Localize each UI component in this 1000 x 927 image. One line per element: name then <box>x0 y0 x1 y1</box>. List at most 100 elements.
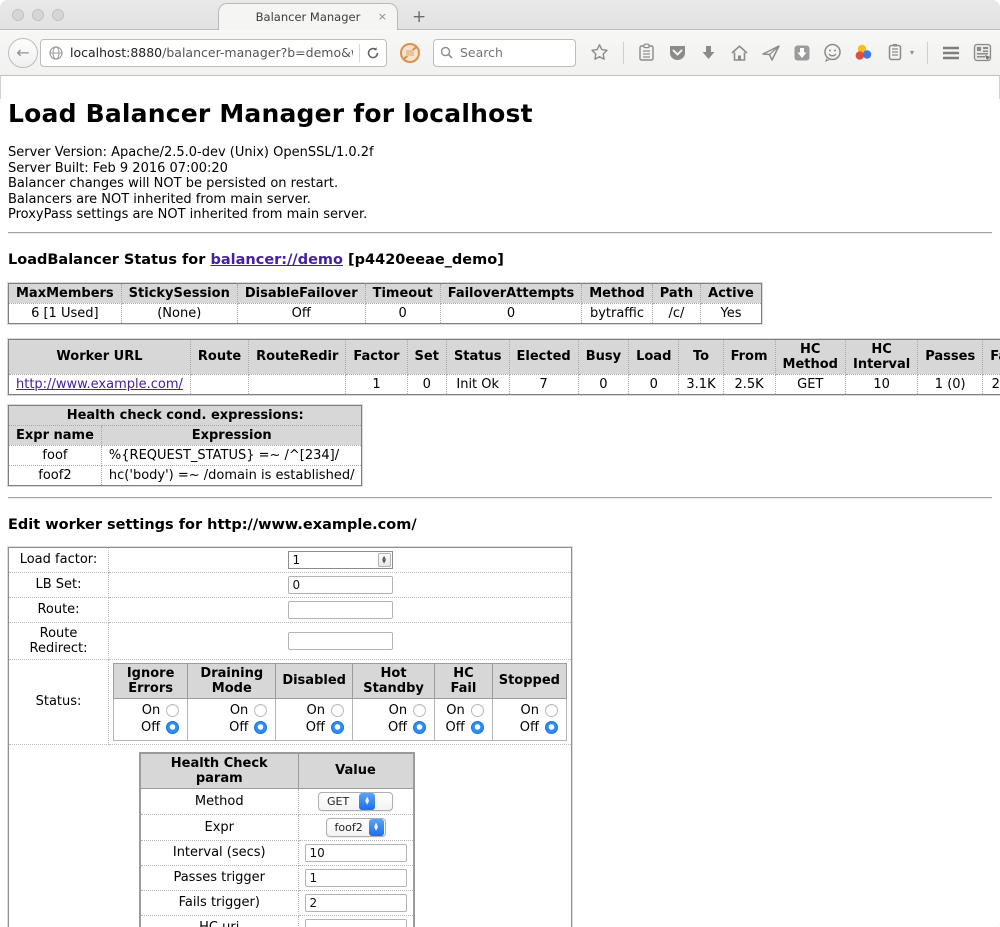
col-hot-standby: Hot Standby <box>352 663 434 698</box>
hc-expr-title: Health check cond. expressions: <box>9 405 362 425</box>
col-method: Method <box>582 283 652 303</box>
ignore-errors-on-radio[interactable] <box>166 704 179 717</box>
hc-expr-row: foof2 hc('body') =~ /domain is establish… <box>9 465 362 485</box>
col-value: Value <box>298 753 414 789</box>
minimize-window-button[interactable] <box>32 9 44 21</box>
bookmark-star-icon[interactable] <box>590 43 610 63</box>
back-button[interactable]: ← <box>8 38 38 68</box>
tab-close-icon[interactable]: × <box>378 10 387 23</box>
col-maxmembers: MaxMembers <box>9 283 122 303</box>
lb-set-row: LB Set: <box>9 572 572 597</box>
draining-mode-on-radio[interactable] <box>254 704 267 717</box>
draining-mode-off-radio[interactable] <box>254 721 267 734</box>
browser-window: Balancer Manager × + ← localhost:8880/ba… <box>0 0 1000 927</box>
hc-param-table: Health Check param Value Method GET ▲▼ <box>139 752 415 927</box>
traffic-lights <box>12 9 64 21</box>
stopped-off-radio[interactable] <box>545 721 558 734</box>
col-disablefailover: DisableFailover <box>237 283 365 303</box>
passes-trigger-input[interactable] <box>305 869 407 887</box>
edit-worker-form: Load factor: 1 ▲▼ LB Set: Route: <box>8 547 572 927</box>
server-info: Server Version: Apache/2.5.0-dev (Unix) … <box>8 145 992 223</box>
stopped-on-radio[interactable] <box>545 704 558 717</box>
url-host: localhost:8880 <box>70 45 162 60</box>
col-failoverattempts: FailoverAttempts <box>440 283 582 303</box>
save-box-icon[interactable] <box>792 43 812 63</box>
route-redirect-label: Route Redirect: <box>9 622 109 659</box>
home-icon[interactable] <box>730 43 750 63</box>
disabled-off-radio[interactable] <box>331 721 344 734</box>
lb-status-header-row: MaxMembers StickySession DisableFailover… <box>9 283 762 303</box>
route-redirect-row: Route Redirect: <box>9 622 572 659</box>
feedback-smiley-icon[interactable] <box>823 43 843 63</box>
route-redirect-input[interactable] <box>288 632 393 650</box>
fails-trigger-input[interactable] <box>305 894 407 912</box>
worker-url-link[interactable]: http://www.example.com/ <box>16 377 183 392</box>
proxypass-note-line: ProxyPass settings are NOT inherited fro… <box>8 207 992 223</box>
content-blocked-icon[interactable] <box>399 42 421 64</box>
globe-icon <box>49 46 63 60</box>
worker-data-row: http://www.example.com/ 1 0 Init Ok 7 0 … <box>9 374 1000 394</box>
method-select[interactable]: GET ▲▼ <box>318 792 393 811</box>
hc-uri-input[interactable] <box>305 919 407 927</box>
toolbar-buttons: ▾ <box>590 42 992 64</box>
hot-standby-off-radio[interactable] <box>413 721 426 734</box>
hc-fail-off-radio[interactable] <box>471 721 484 734</box>
hc-fail-on-radio[interactable] <box>471 704 484 717</box>
col-active: Active <box>701 283 762 303</box>
new-tab-button[interactable]: + <box>412 9 426 26</box>
lb-status-data-row: 6 [1 Used] (None) Off 0 0 bytraffic /c/ … <box>9 303 762 323</box>
menu-hamburger-icon[interactable] <box>941 43 961 63</box>
tab-title: Balancer Manager <box>256 10 361 24</box>
close-window-button[interactable] <box>12 9 24 21</box>
toolbar-separator <box>623 42 624 64</box>
route-label: Route: <box>9 597 109 622</box>
search-input[interactable] <box>458 44 558 61</box>
ignore-errors-off-radio[interactable] <box>166 721 179 734</box>
pocket-icon[interactable] <box>668 43 688 63</box>
expr-label: Expr <box>140 814 298 840</box>
hc-param-row: Health Check param Value Method GET ▲▼ <box>9 744 572 927</box>
load-factor-row: Load factor: 1 ▲▼ <box>9 547 572 572</box>
color-dots-icon[interactable] <box>854 43 874 63</box>
url-bar[interactable]: localhost:8880/balancer-manager?b=demo&w… <box>40 39 387 67</box>
route-input[interactable] <box>288 601 393 619</box>
worker-table: Worker URL Route RouteRedir Factor Set S… <box>8 339 1000 395</box>
lb-status-heading: LoadBalancer Status for balancer://demo … <box>8 252 992 268</box>
send-plane-icon[interactable] <box>761 43 781 63</box>
status-row: Status: Ignore Errors Draining Mode Disa… <box>9 659 572 744</box>
url-text: localhost:8880/balancer-manager?b=demo&w… <box>70 45 353 60</box>
col-disabled: Disabled <box>276 663 353 698</box>
search-icon <box>440 46 453 59</box>
clipboard-list-icon[interactable] <box>637 43 657 63</box>
lb-set-input[interactable] <box>288 576 393 594</box>
balancer-demo-link[interactable]: balancer://demo <box>210 252 343 268</box>
number-spinner[interactable]: ▲▼ <box>378 553 391 567</box>
divider <box>8 497 992 499</box>
page-title: Load Balancer Manager for localhost <box>8 99 992 128</box>
expr-select[interactable]: foof2 ▲▼ <box>326 818 386 837</box>
lb-status-table: MaxMembers StickySession DisableFailover… <box>8 283 762 324</box>
load-factor-input[interactable]: 1 ▲▼ <box>288 551 393 569</box>
inherit-note-line: Balancers are NOT inherited from main se… <box>8 192 992 208</box>
route-row: Route: <box>9 597 572 622</box>
panel-extension-icon[interactable] <box>885 43 905 63</box>
persist-note-line: Balancer changes will NOT be persisted o… <box>8 176 992 192</box>
tab-balancer-manager[interactable]: Balancer Manager × <box>218 3 398 30</box>
col-stopped: Stopped <box>492 663 566 698</box>
zoom-window-button[interactable] <box>52 9 64 21</box>
tab-bar: Balancer Manager × + <box>0 0 1000 30</box>
grid-extension-icon[interactable] <box>972 43 992 63</box>
hc-uri-label: HC uri <box>140 915 298 927</box>
disabled-on-radio[interactable] <box>331 704 344 717</box>
downloads-icon[interactable] <box>699 43 719 63</box>
status-table: Ignore Errors Draining Mode Disabled Hot… <box>113 663 567 741</box>
reload-button[interactable] <box>366 46 382 60</box>
search-box[interactable] <box>433 39 576 67</box>
interval-input[interactable] <box>305 844 407 862</box>
url-separator <box>359 44 360 62</box>
col-ignore-errors: Ignore Errors <box>114 663 188 698</box>
lb-set-label: LB Set: <box>9 572 109 597</box>
status-label: Status: <box>9 659 109 744</box>
hot-standby-on-radio[interactable] <box>413 704 426 717</box>
dropdown-caret-icon[interactable]: ▾ <box>910 48 914 57</box>
